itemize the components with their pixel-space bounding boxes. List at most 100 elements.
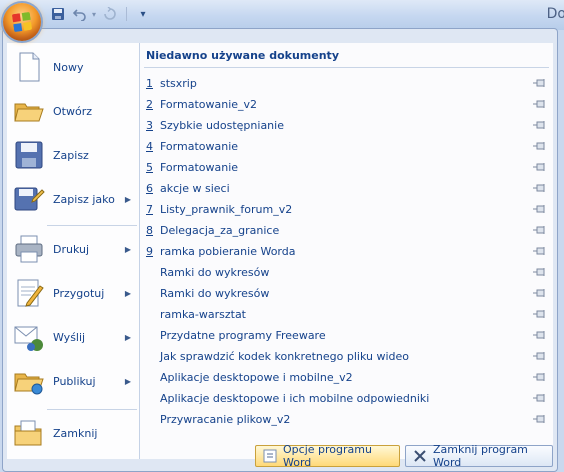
recent-document-item[interactable]: Aplikacje desktopowe i mobilne_v2 <box>140 367 553 388</box>
customize-arrow-icon[interactable]: ▾ <box>133 5 153 23</box>
menu-item-close[interactable]: Zamknij <box>7 411 139 455</box>
pin-icon[interactable] <box>533 371 547 383</box>
send-icon <box>14 326 43 351</box>
pin-icon[interactable] <box>533 287 547 299</box>
redo-icon[interactable] <box>100 5 120 23</box>
pin-icon[interactable] <box>533 203 547 215</box>
save-icon[interactable] <box>48 5 68 23</box>
recent-document-number: 2 <box>146 98 153 111</box>
recent-document-name: akcje w sieci <box>160 182 230 195</box>
menu-item-label: Przygotuj <box>53 286 105 300</box>
pin-icon[interactable] <box>533 140 547 152</box>
recent-document-number: 5 <box>146 161 153 174</box>
save-as-icon <box>14 187 45 211</box>
recent-document-item[interactable]: 5 Formatowanie <box>140 157 553 178</box>
office-button[interactable] <box>3 3 41 41</box>
open-folder-icon <box>14 103 44 122</box>
recent-document-item[interactable]: Aplikacje desktopowe i ich mobilne odpow… <box>140 388 553 409</box>
recent-document-item[interactable]: 8 Delegacja_za_granice <box>140 220 553 241</box>
recent-document-name: Delegacja_za_granice <box>160 224 280 237</box>
options-icon <box>263 449 277 463</box>
recent-document-item[interactable]: Przydatne programy Freeware <box>140 325 553 346</box>
menu-item-save-as[interactable]: Zapisz jako ▶ <box>7 177 139 221</box>
menu-item-save[interactable]: Zapisz <box>7 133 139 177</box>
office-menu-commands: Nowy Otwórz Zapisz Zapisz jako ▶ Drukuj … <box>7 43 140 459</box>
submenu-arrow-icon: ▶ <box>124 194 131 204</box>
printer-icon <box>15 235 43 263</box>
recent-document-number: 6 <box>146 182 153 195</box>
menu-item-label: Zapisz jako <box>53 192 115 206</box>
menu-item-label: Otwórz <box>53 104 92 118</box>
title-bar: ▾ ▾ Do <box>0 0 564 41</box>
recent-document-name: Przywracanie plikow_v2 <box>160 413 291 426</box>
menu-item-label: Drukuj <box>53 242 90 256</box>
recent-document-item[interactable]: 3 Szybkie udostępnianie <box>140 115 553 136</box>
recent-document-item[interactable]: Ramki do wykresów <box>140 283 553 304</box>
pin-icon[interactable] <box>533 161 547 173</box>
exit-word-button[interactable]: Zamknij program Word <box>405 443 553 469</box>
recent-document-name: Ramki do wykresów <box>160 266 270 279</box>
recent-document-item[interactable]: 7 Listy_prawnik_forum_v2 <box>140 199 553 220</box>
pin-icon[interactable] <box>533 119 547 131</box>
pin-icon[interactable] <box>533 413 547 425</box>
menu-divider <box>47 409 137 410</box>
menu-item-new[interactable]: Nowy <box>7 45 139 89</box>
undo-dropdown-icon[interactable]: ▾ <box>92 10 98 19</box>
recent-documents-panel: Niedawno używane dokumenty 1 stsxrip 2 Form… <box>140 43 553 459</box>
menu-item-label: Wyślij <box>53 330 86 344</box>
submenu-arrow-icon: ▶ <box>124 332 131 342</box>
recent-document-item[interactable]: 4 Formatowanie <box>140 136 553 157</box>
recent-document-item[interactable]: Ramki do wykresów <box>140 262 553 283</box>
recent-document-item[interactable]: 9 ramka pobieranie Worda <box>140 241 553 262</box>
submenu-arrow-icon: ▶ <box>124 288 131 298</box>
recent-document-name: stsxrip <box>160 77 197 90</box>
pin-icon[interactable] <box>533 392 547 404</box>
toolbar-divider <box>126 7 131 21</box>
prepare-icon <box>17 279 44 307</box>
menu-item-open[interactable]: Otwórz <box>7 89 139 133</box>
recent-document-item[interactable]: Jak sprawdzić kodek konkretnego pliku wi… <box>140 346 553 367</box>
pin-icon[interactable] <box>533 329 547 341</box>
pin-icon[interactable] <box>533 350 547 362</box>
recent-document-number: 3 <box>146 119 153 132</box>
recent-document-name: Przydatne programy Freeware <box>160 329 326 342</box>
recent-document-item[interactable]: ramka-warsztat <box>140 304 553 325</box>
recent-document-name: Aplikacje desktopowe i mobilne_v2 <box>160 371 353 384</box>
office-menu: Nowy Otwórz Zapisz Zapisz jako ▶ Drukuj … <box>2 28 558 472</box>
recent-document-name: ramka pobieranie Worda <box>160 245 296 258</box>
recent-document-number: 4 <box>146 140 153 153</box>
recent-document-name: Listy_prawnik_forum_v2 <box>160 203 293 216</box>
menu-item-label: Publikuj <box>53 374 96 388</box>
menu-item-label: Nowy <box>53 60 84 74</box>
menu-item-label: Zapisz <box>53 148 89 162</box>
recent-document-item[interactable]: 6 akcje w sieci <box>140 178 553 199</box>
recent-document-item[interactable]: 1 stsxrip <box>140 73 553 94</box>
word-options-button[interactable]: Opcje programu Word <box>255 443 400 469</box>
quick-access-toolbar: ▾ ▾ <box>48 4 153 24</box>
undo-icon[interactable] <box>70 5 90 23</box>
new-document-icon <box>19 52 40 82</box>
recent-document-name: Aplikacje desktopowe i ich mobilne odpow… <box>160 392 430 405</box>
close-icon <box>414 450 426 462</box>
menu-divider <box>47 225 137 226</box>
recent-document-number: 9 <box>146 245 153 258</box>
recent-document-number: 1 <box>146 77 153 90</box>
pin-icon[interactable] <box>533 224 547 236</box>
recent-document-number: 8 <box>146 224 153 237</box>
pin-icon[interactable] <box>533 245 547 257</box>
menu-item-publish[interactable]: Publikuj ▶ <box>7 359 139 403</box>
close-folder-icon <box>14 420 42 446</box>
recent-document-item[interactable]: 2 Formatowanie_v2 <box>140 94 553 115</box>
recent-document-item[interactable]: Przywracanie plikow_v2 <box>140 409 553 430</box>
pin-icon[interactable] <box>533 98 547 110</box>
recent-document-name: ramka-warsztat <box>160 308 246 321</box>
pin-icon[interactable] <box>533 266 547 278</box>
pin-icon[interactable] <box>533 182 547 194</box>
menu-item-send[interactable]: Wyślij ▶ <box>7 315 139 359</box>
recent-documents-heading: Niedawno używane dokumenty <box>146 49 339 62</box>
pin-icon[interactable] <box>533 77 547 89</box>
office-logo-icon <box>11 11 33 33</box>
menu-item-prepare[interactable]: Przygotuj ▶ <box>7 271 139 315</box>
pin-icon[interactable] <box>533 308 547 320</box>
menu-item-print[interactable]: Drukuj ▶ <box>7 227 139 271</box>
